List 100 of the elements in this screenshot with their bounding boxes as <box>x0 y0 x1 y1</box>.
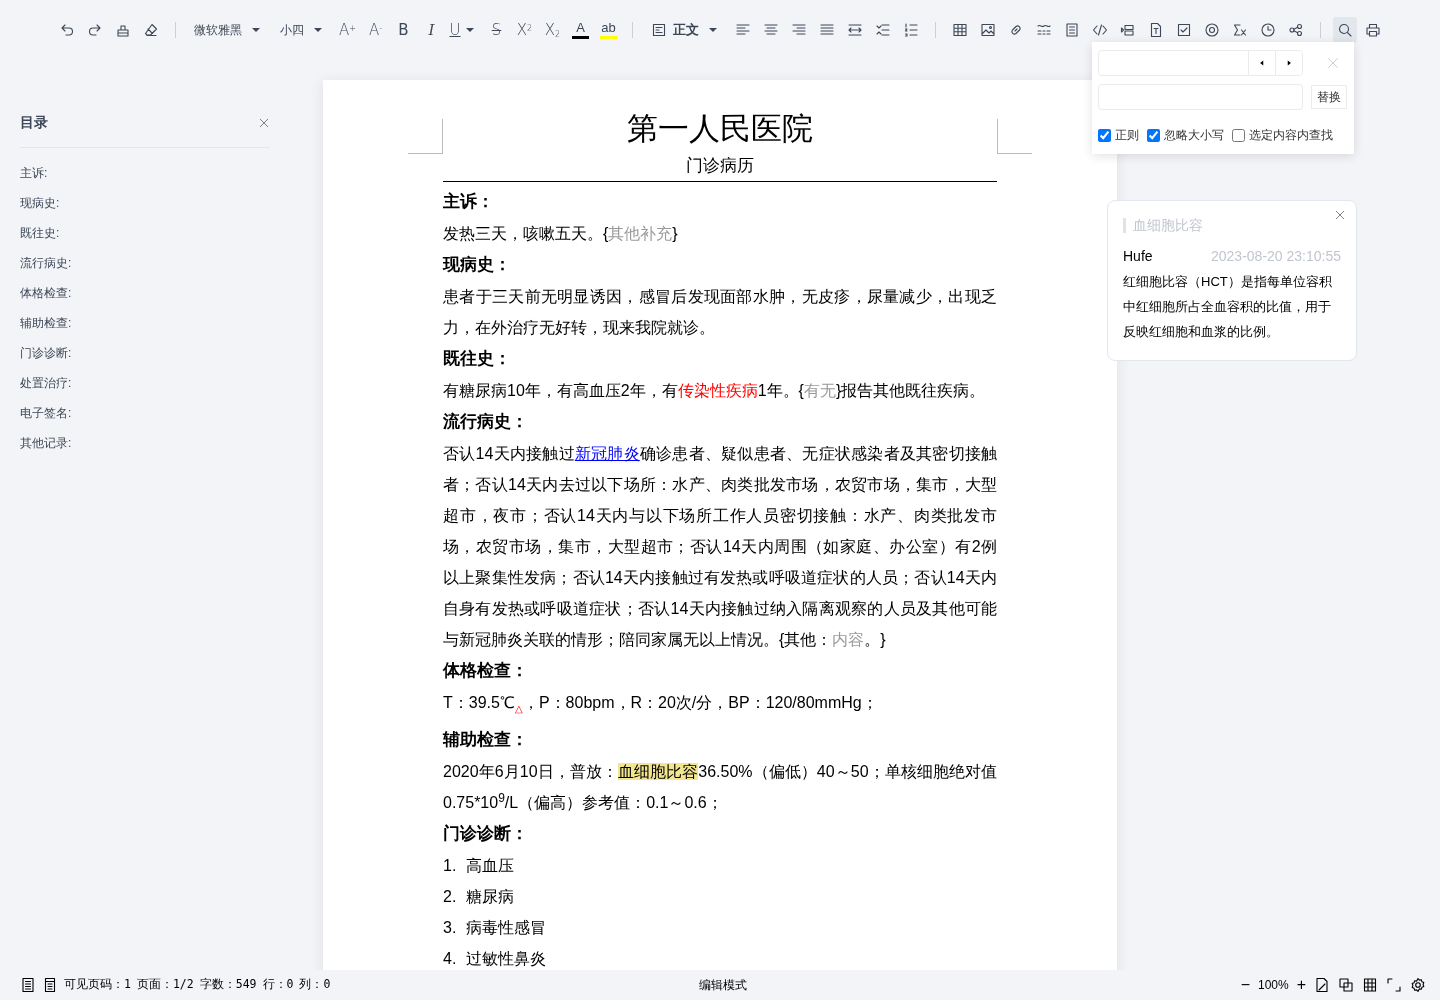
document-subtitle: 门诊病历 <box>686 155 754 178</box>
comment-author: Hufe <box>1123 247 1153 266</box>
comment-text: 红细胞比容（HCT）是指每单位容积中红细胞所占全血容积的比值，用于反映红细胞和血浆的比例。 <box>1123 273 1333 341</box>
section-heading: 体格检查： <box>443 659 529 682</box>
status-text: 列：0 <box>299 976 331 994</box>
settings-icon <box>1410 977 1426 993</box>
list-text: 糖尿病 <box>466 886 515 907</box>
option-label: 选定内容内查找 <box>1249 127 1333 144</box>
catalog-item[interactable]: 主诉: <box>20 158 270 188</box>
search-icon <box>1337 22 1354 38</box>
comment-time: 2023-08-20 23:10:55 <box>1211 247 1341 266</box>
section-heading: 主诉： <box>443 190 495 213</box>
format-button[interactable]: A$^{-}$ <box>363 17 388 43</box>
margin-corner-mark <box>997 119 1032 155</box>
status-text: 可见页码：1 <box>64 976 131 994</box>
catalog-item[interactable]: 辅助检查: <box>20 308 270 338</box>
page-mode-button[interactable] <box>1314 977 1330 993</box>
margin-corner-mark <box>408 119 443 155</box>
align-left-icon <box>735 22 752 38</box>
list-number: 1. <box>443 855 457 876</box>
paragraph-style-select[interactable]: 正文 <box>645 17 728 43</box>
settings-button[interactable] <box>1410 977 1426 993</box>
section-heading: 流行病史： <box>443 410 529 433</box>
status-text: 字数：549 <box>199 976 257 994</box>
paragraph-text: 有糖尿病10年，有高血压2年，有传染性疾病1年。{有无}报告其他既往疾病。 <box>443 380 987 401</box>
paragraph-text: 否认14天内接触过新冠肺炎确诊患者、疑似患者、无症状感染者及其密切接触者；否认14天内去过以下场所：水产、肉类批发市场，农贸市场，集市，大型超市，夜市；否认14天内与以下场所工作人员密切接触：水产、肉类批发市场，农贸市场，集市，大型超市；否认14天内周围（如家庭、办公室）有2例以上聚集性发病；否认14天内接触过有发热或呼吸道症状的人员；否认14天内自身有发热或呼吸道症状；否认14天内接触过纳入隔离观察的人员及其他可能与新冠肺炎关联的情形；陪同家属无以上情况。{其他：内容。} <box>443 443 997 650</box>
page-list-button[interactable] <box>42 977 58 993</box>
redo-icon <box>86 22 103 38</box>
paragraph-text: T：39.5℃$_{△}$，P：80bpm，R：20次/分，BP：120/80mmHg； <box>443 692 879 716</box>
catalog-item[interactable]: 门诊诊断: <box>20 338 270 368</box>
section-heading: 辅助检查： <box>443 728 529 751</box>
page-scale-button[interactable] <box>1338 977 1354 993</box>
align-center-icon <box>763 22 780 38</box>
format-button[interactable]: B <box>391 17 416 43</box>
list-number: 3. <box>443 917 457 938</box>
checkbox[interactable] <box>1098 128 1111 142</box>
font-size-select[interactable]: 小四 <box>273 17 332 43</box>
format-button[interactable]: U <box>447 17 481 43</box>
fullscreen-button[interactable] <box>1386 977 1402 993</box>
catalog-item[interactable]: 既往史: <box>20 218 270 248</box>
eraser-icon <box>142 22 159 38</box>
paragraph-text: 患者于三天前无明显诱因，感冒后发现面部水肿，无皮疹，尿量减少，出现乏力，在外治疗无好转，现来我院就诊。 <box>443 286 997 338</box>
status-text: 行：0 <box>262 976 294 994</box>
search-button[interactable] <box>1333 17 1358 43</box>
list-text: 高血压 <box>466 855 515 876</box>
font-family-select[interactable]: 微软雅黑 <box>187 17 270 43</box>
font-color-button[interactable]: A <box>568 17 593 43</box>
formula-icon <box>1232 22 1249 38</box>
grid-icon <box>1362 977 1378 993</box>
clock-icon <box>1260 22 1277 38</box>
format-button[interactable]: X$^{2}$ <box>512 17 537 43</box>
paper-size-button[interactable] <box>1362 977 1378 993</box>
highlight-button[interactable]: ab <box>596 17 621 43</box>
close-icon <box>1334 209 1346 221</box>
checkbox[interactable] <box>1232 128 1245 142</box>
line-spacing-icon <box>875 22 892 38</box>
catalog-button[interactable] <box>20 977 36 993</box>
link[interactable]: 新冠肺炎 <box>574 444 640 462</box>
catalog-item[interactable]: 现病史: <box>20 188 270 218</box>
catalog-item[interactable]: 其他记录: <box>20 428 270 458</box>
format-button[interactable]: X$_{2}$ <box>540 17 565 43</box>
format-button[interactable]: I <box>419 17 444 43</box>
catalog-item[interactable]: 处置治疗: <box>20 368 270 398</box>
document-title: 第一人民医院 <box>626 110 814 148</box>
page-icon <box>1314 977 1330 993</box>
close-button[interactable] <box>258 116 270 129</box>
option-control-icon <box>1204 22 1221 38</box>
section-heading: 现病史： <box>443 253 512 276</box>
close-icon <box>1326 56 1340 70</box>
document-icon <box>42 977 58 993</box>
catalog-item[interactable]: 流行病史: <box>20 248 270 278</box>
document-icon <box>20 977 36 993</box>
format-button[interactable]: A$^{+}$ <box>335 17 360 43</box>
catalog-item[interactable]: 体格检查: <box>20 278 270 308</box>
control-icon <box>1120 22 1137 38</box>
paragraph-icon <box>651 22 668 38</box>
mode-label: 编辑模式 <box>699 978 747 992</box>
option-label: 正则 <box>1115 127 1139 144</box>
format-button[interactable]: S <box>484 17 509 43</box>
ordered-list-icon <box>903 22 920 38</box>
section-heading: 门诊诊断： <box>443 822 529 845</box>
comment-title: 血细胞比容 <box>1123 218 1203 233</box>
replace-button[interactable]: 替换 <box>1311 85 1347 109</box>
zoom-in-button[interactable]: + <box>1296 977 1306 993</box>
fullscreen-icon <box>1386 977 1402 993</box>
list-text: 过敏性鼻炎 <box>466 948 547 969</box>
checkbox[interactable] <box>1147 128 1160 142</box>
separator-icon <box>1036 22 1053 38</box>
paragraph-text: 2020年6月10日，普放：血细胞比容36.50%（偏低）40～50；单核细胞绝对值0.75*10$^{9}$/L（偏高）参考值：0.1～0.6； <box>443 761 997 813</box>
catalog-title: 目录 <box>20 113 48 132</box>
close-button[interactable] <box>1334 209 1346 221</box>
list-number: 2. <box>443 886 457 907</box>
image-icon <box>980 22 997 38</box>
catalog-item[interactable]: 电子签名: <box>20 398 270 428</box>
pages-icon <box>1338 977 1354 993</box>
align-right-icon <box>791 22 808 38</box>
print-icon <box>1365 22 1382 38</box>
section-heading: 既往史： <box>443 347 512 370</box>
zoom-out-button[interactable]: − <box>1240 977 1250 993</box>
table-icon <box>952 22 969 38</box>
